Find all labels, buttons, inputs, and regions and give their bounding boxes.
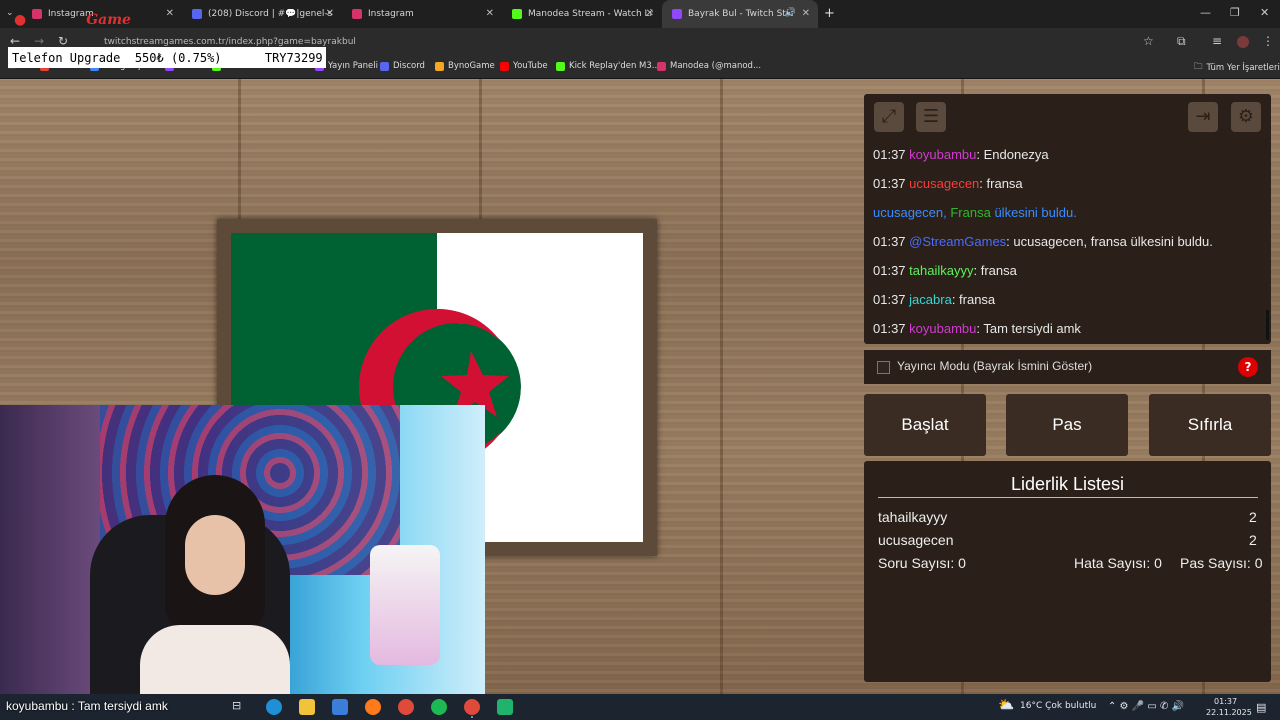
reset-button[interactable]: Sıfırla	[1149, 394, 1271, 456]
fullscreen-button[interactable]: ⤢	[874, 102, 904, 132]
tray-icons[interactable]: ⌃ ⚙ 🎤 ▭ ✆ 🔊	[1108, 701, 1184, 712]
menu-icon[interactable]: ⋮	[1262, 34, 1274, 48]
document-icon: ☰	[922, 106, 940, 127]
error-count: Hata Sayısı: 0	[1074, 555, 1162, 571]
weather-icon: ⛅	[998, 698, 1015, 713]
leaderboard-score: 2	[1249, 509, 1257, 525]
leaderboard-name: ucusagecen	[878, 532, 954, 548]
chat-message: 01:37 @StreamGames: ucusagecen, fransa ü…	[873, 234, 1213, 249]
chat-message: 01:37 koyubambu: Endonezya	[873, 147, 1049, 162]
bookmark-item[interactable]: Discord	[380, 61, 425, 71]
discord-icon	[192, 9, 202, 19]
bookmark-item[interactable]: BynoGame	[435, 61, 495, 71]
bookmark-item[interactable]: YouTube	[500, 61, 548, 71]
close-icon[interactable]: ✕	[486, 8, 494, 19]
chat-message: 01:37 jacabra: fransa	[873, 292, 996, 307]
chrome-active-icon[interactable]	[464, 699, 480, 715]
pass-count: Pas Sayısı: 0	[1180, 555, 1263, 571]
settings-button[interactable]: ⚙	[1231, 102, 1261, 132]
clock-date[interactable]: 22.11.2025	[1206, 708, 1252, 717]
twitch-icon	[672, 9, 682, 19]
new-tab-button[interactable]: +	[824, 6, 835, 21]
leaderboard-title: Liderlik Listesi	[1010, 474, 1125, 494]
close-icon[interactable]: ✕	[646, 8, 654, 19]
maximize-button[interactable]: ❐	[1230, 6, 1240, 19]
tab-instagram-2[interactable]: Instagram ✕	[342, 0, 502, 28]
chat-scrollbar[interactable]	[1266, 310, 1269, 340]
folder-icon: 🗀	[1194, 62, 1203, 72]
spotify-icon[interactable]	[431, 699, 447, 715]
kick-icon	[556, 61, 565, 71]
close-icon[interactable]: ✕	[802, 8, 810, 19]
lamp	[370, 545, 440, 665]
discord-icon	[380, 61, 389, 71]
task-view-icon[interactable]: ⊟	[232, 699, 248, 715]
streamer-mode-checkbox[interactable]	[877, 361, 890, 374]
instagram-icon	[352, 9, 362, 19]
edge-icon[interactable]	[266, 699, 282, 715]
window-close-button[interactable]: ✕	[1260, 6, 1269, 19]
system-message: ucusagecen, Fransa ülkesini buldu.	[873, 205, 1077, 220]
pass-button[interactable]: Pas	[1006, 394, 1128, 456]
leaderboard-name: tahailkayyy	[878, 509, 948, 525]
person	[140, 475, 290, 694]
minimize-button[interactable]: —	[1200, 6, 1211, 19]
reload-button[interactable]: ↻	[58, 34, 68, 48]
clock-time[interactable]: 01:37	[1214, 697, 1237, 706]
webcam-feed	[0, 405, 485, 694]
logout-icon: ⇥	[1195, 106, 1211, 127]
profile-avatar[interactable]	[1237, 36, 1249, 48]
firefox-icon[interactable]	[365, 699, 381, 715]
app-icon[interactable]	[497, 699, 513, 715]
question-count: Soru Sayısı: 0	[878, 555, 966, 571]
gear-icon: ⚙	[1237, 106, 1255, 127]
notes-button[interactable]: ☰	[916, 102, 946, 132]
streamer-mode-label: Yayıncı Modu (Bayrak İsmini Göster)	[897, 359, 1093, 373]
url-field[interactable]: twitchstreamgames.com.tr/index.php?game=…	[104, 37, 356, 47]
webcam-caption: koyubambu : Tam tersiydi amk	[6, 699, 168, 713]
close-icon[interactable]: ✕	[326, 8, 334, 19]
bynogame-icon	[435, 61, 444, 71]
forward-button[interactable]: →	[34, 34, 44, 48]
chat-message: 01:37 koyubambu: Tam tersiydi amk	[873, 321, 1081, 336]
tab-search-button[interactable]: ⌄	[6, 8, 14, 18]
tab-bayrak-bul[interactable]: Bayrak Bul - Twitch Stream 🔊 ✕	[662, 0, 818, 28]
instagram-icon	[657, 61, 666, 71]
chrome-icon[interactable]	[398, 699, 414, 715]
overlay-logo: ● Game	[14, 12, 131, 28]
kick-icon	[512, 9, 522, 19]
store-icon[interactable]	[332, 699, 348, 715]
media-icon[interactable]: ≡	[1212, 34, 1222, 48]
help-icon[interactable]: ?	[1238, 357, 1258, 377]
speaker-icon[interactable]: 🔊	[785, 8, 796, 18]
youtube-icon	[500, 61, 509, 71]
start-button[interactable]: Başlat	[864, 394, 986, 456]
tab-manodea[interactable]: Manodea Stream - Watch Live o ✕	[502, 0, 662, 28]
bookmark-item[interactable]: Kick Replay'den M3...	[556, 61, 660, 71]
back-button[interactable]: ←	[10, 34, 20, 48]
chat-message: 01:37 ucusagecen: fransa	[873, 176, 1023, 191]
donation-ticker: Telefon Upgrade 550₺ (0.75%) TRY73299	[8, 47, 326, 68]
divider	[878, 497, 1258, 498]
close-icon[interactable]: ✕	[166, 8, 174, 19]
extensions-icon[interactable]: ⧉	[1177, 34, 1186, 49]
explorer-icon[interactable]	[299, 699, 315, 715]
weather-text[interactable]: 16°C Çok bulutlu	[1020, 701, 1096, 711]
tab-discord[interactable]: (208) Discord | #💬|genel-soh ✕	[182, 0, 342, 28]
notification-icon[interactable]: ▤	[1256, 701, 1266, 714]
chat-message: 01:37 tahailkayyy: fransa	[873, 263, 1017, 278]
bookmark-star-icon[interactable]: ☆	[1143, 34, 1154, 48]
expand-icon: ⤢	[881, 106, 897, 127]
all-bookmarks[interactable]: 🗀 Tüm Yer İşaretleri	[1194, 61, 1280, 75]
bookmark-item[interactable]: Manodea (@manod...	[657, 61, 761, 71]
exit-button[interactable]: ⇥	[1188, 102, 1218, 132]
leaderboard-score: 2	[1249, 532, 1257, 548]
